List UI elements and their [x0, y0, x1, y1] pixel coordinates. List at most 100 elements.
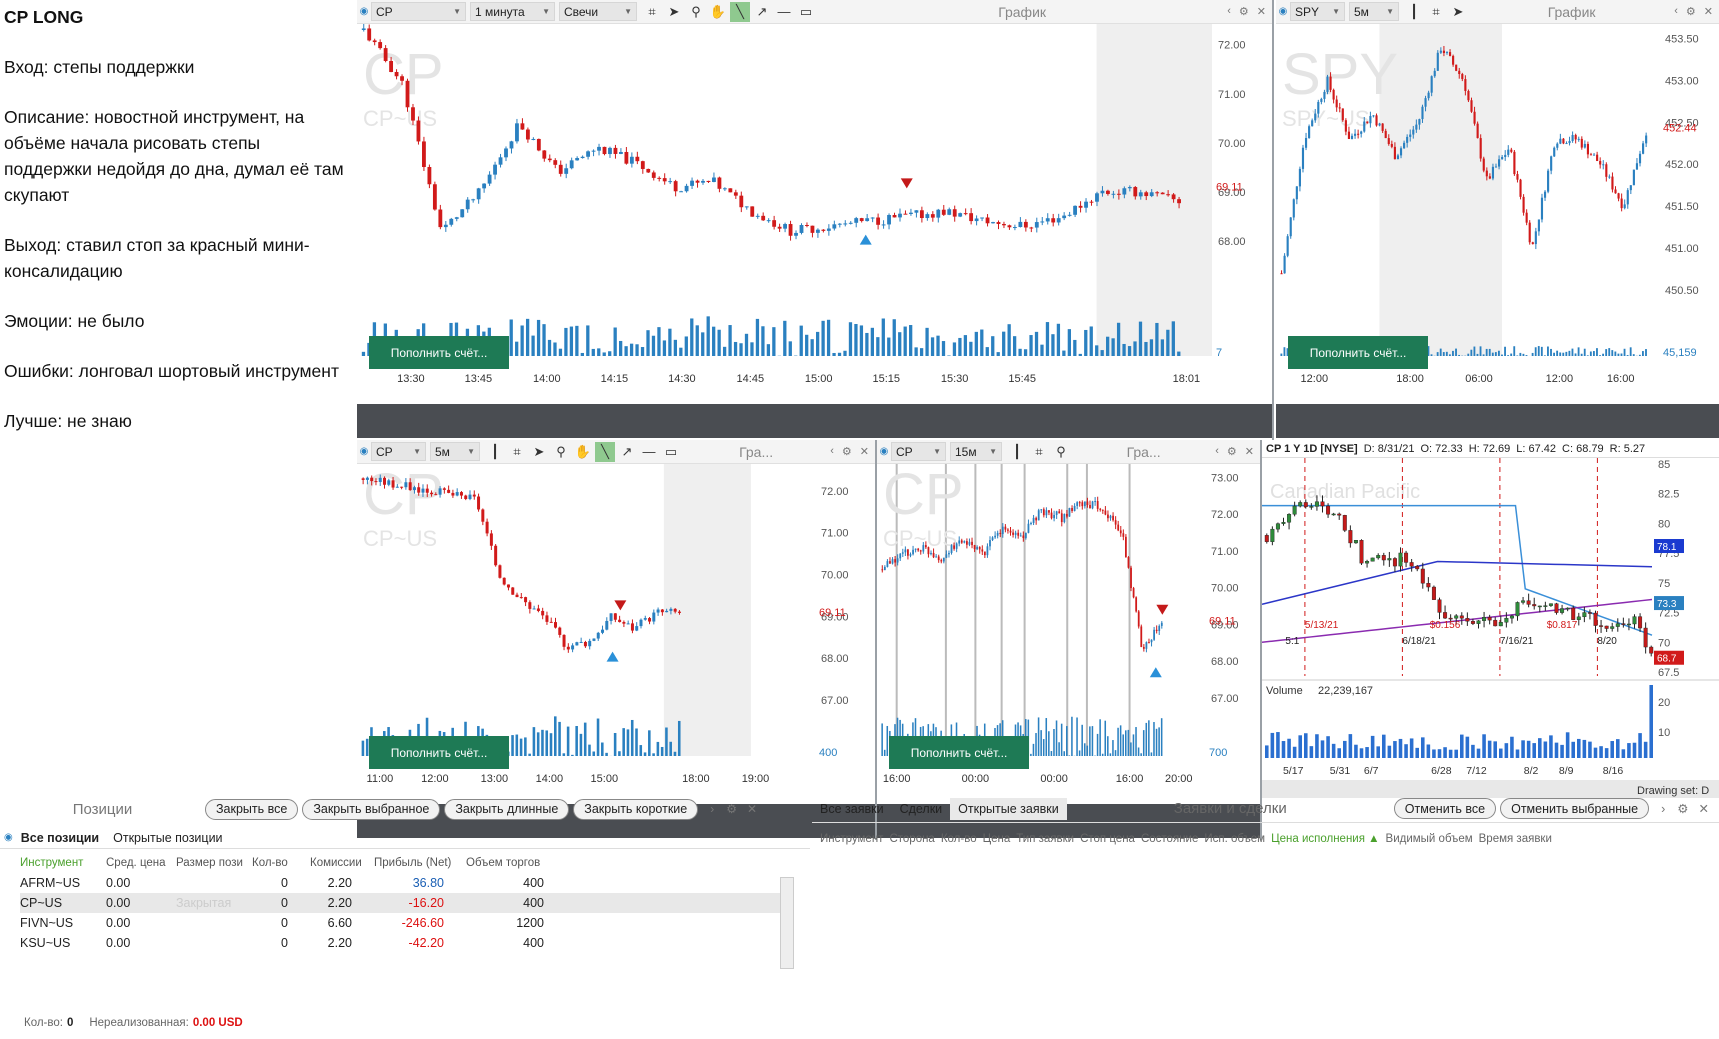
hline-tool-icon[interactable]: — — [639, 442, 659, 462]
daily-chart[interactable]: Canadian Pacific8582.58077.57572.57067.5… — [1262, 458, 1719, 840]
orders-column[interactable]: Кол-во — [941, 833, 977, 845]
orders-column[interactable]: Тип заявки — [1016, 833, 1074, 845]
hand-icon[interactable]: ✋ — [708, 2, 728, 22]
orders-column[interactable]: Цена исполнения ▲ — [1271, 833, 1379, 845]
collapse-icon[interactable]: ‹ — [1227, 5, 1231, 18]
zoom-icon[interactable]: ⚲ — [1051, 442, 1071, 462]
close-icon[interactable]: ✕ — [1257, 5, 1266, 18]
candles-icon[interactable]: ┃ — [485, 442, 505, 462]
candles-icon[interactable]: ┃ — [1007, 442, 1027, 462]
scrollbar[interactable] — [780, 877, 794, 969]
gear-icon[interactable]: ⚙ — [1227, 445, 1237, 458]
fill-account-button[interactable]: Пополнить счёт... — [369, 336, 509, 369]
table-row[interactable]: FIVN~US 0.00 0 6.60 -246.60 1200 — [20, 913, 790, 933]
col-avg-price[interactable]: Сред. цена — [106, 857, 176, 869]
symbol-select[interactable]: CP ▼ — [371, 442, 426, 461]
fill-account-button[interactable]: Пополнить счёт... — [1288, 336, 1428, 369]
gear-icon[interactable]: ⚙ — [1239, 5, 1249, 18]
col-qty[interactable]: Кол-во — [252, 857, 310, 869]
orders-column[interactable]: Исп. объем — [1204, 833, 1265, 845]
link-dot-icon[interactable]: ◉ — [357, 6, 371, 17]
chart-type-select[interactable]: Свечи ▼ — [559, 2, 637, 21]
candles-icon[interactable]: ┃ — [1404, 2, 1424, 22]
col-volume[interactable]: Объем торгов — [466, 857, 566, 869]
rect-tool-icon[interactable]: ▭ — [796, 2, 816, 22]
tab-open-orders[interactable]: Открытые заявки — [950, 797, 1067, 820]
fill-account-button[interactable]: Пополнить счёт... — [889, 736, 1029, 769]
link-dot-icon[interactable]: ◉ — [877, 446, 891, 457]
close-icon[interactable]: ✕ — [1245, 445, 1254, 458]
symbol-select[interactable]: CP ▼ — [891, 442, 946, 461]
cursor-icon[interactable]: ➤ — [664, 2, 684, 22]
collapse-icon[interactable]: › — [710, 802, 714, 816]
hand-icon[interactable]: ✋ — [573, 442, 593, 462]
close-short-button[interactable]: Закрыть короткие — [573, 798, 699, 820]
collapse-icon[interactable]: ‹ — [830, 445, 834, 458]
interval-select[interactable]: 5м ▼ — [1349, 2, 1399, 21]
interval-select[interactable]: 1 минута ▼ — [470, 2, 555, 21]
gear-icon[interactable]: ⚙ — [1686, 5, 1696, 18]
symbol-select[interactable]: CP ▼ — [371, 2, 466, 21]
orders-column[interactable]: Сторона — [889, 833, 934, 845]
table-row[interactable]: KSU~US 0.00 0 2.20 -42.20 400 — [20, 933, 790, 953]
hline-tool-icon[interactable]: — — [774, 2, 794, 22]
close-icon[interactable]: ✕ — [1699, 801, 1709, 816]
orders-column[interactable]: Цена — [983, 833, 1011, 845]
symbol-select[interactable]: SPY ▼ — [1290, 2, 1345, 21]
gear-icon[interactable]: ⚙ — [842, 445, 852, 458]
cursor-icon[interactable]: ➤ — [529, 442, 549, 462]
cancel-selected-button[interactable]: Отменить выбранные — [1500, 798, 1650, 819]
orders-column[interactable]: Состояние — [1141, 833, 1198, 845]
line-tool-icon[interactable]: ╲ — [595, 441, 615, 462]
zoom-icon[interactable]: ⚲ — [686, 2, 706, 22]
tab-open-positions[interactable]: Открытые позиции — [113, 831, 222, 845]
line-tool-icon[interactable]: ╲ — [730, 1, 750, 22]
tab-all-orders[interactable]: Все заявки — [812, 802, 892, 816]
col-instrument[interactable]: Инструмент — [20, 857, 106, 869]
rect-tool-icon[interactable]: ▭ — [661, 442, 681, 462]
indicators-icon[interactable]: ⌗ — [507, 442, 527, 462]
col-pnl[interactable]: Прибыль (Net) — [374, 857, 466, 869]
table-cell: 2.20 — [327, 896, 352, 910]
indicators-icon[interactable]: ⌗ — [1029, 442, 1049, 462]
gear-icon[interactable]: ⚙ — [1677, 801, 1688, 816]
close-selected-button[interactable]: Закрыть выбранное — [302, 798, 441, 820]
interval-select[interactable]: 5м ▼ — [430, 442, 480, 461]
time-scroller[interactable] — [1276, 404, 1719, 438]
col-commission[interactable]: Комиссии — [310, 857, 374, 869]
arrow-tool-icon[interactable]: ↗ — [617, 442, 637, 462]
radio-icon[interactable]: ◉ — [4, 832, 13, 843]
fill-account-button[interactable]: Пополнить счёт... — [369, 736, 509, 769]
tab-all-positions[interactable]: Все позиции — [21, 831, 99, 845]
collapse-icon[interactable]: ‹ — [1215, 445, 1219, 458]
table-row[interactable]: CP~US 0.00 Закрытая 0 2.20 -16.20 400 — [20, 893, 790, 913]
gear-icon[interactable]: ⚙ — [726, 802, 737, 816]
volume-bar — [1479, 346, 1482, 356]
link-dot-icon[interactable]: ◉ — [357, 446, 371, 457]
interval-select[interactable]: 15м ▼ — [950, 442, 1002, 461]
orders-column[interactable]: Видимый объем — [1386, 833, 1473, 845]
link-dot-icon[interactable]: ◉ — [1276, 6, 1290, 17]
orders-column[interactable]: Инструмент — [820, 833, 883, 845]
candle — [958, 213, 963, 217]
tab-trades[interactable]: Сделки — [892, 802, 951, 816]
table-row[interactable]: AFRM~US 0.00 0 2.20 36.80 400 — [20, 873, 790, 893]
indicators-icon[interactable]: ⌗ — [642, 2, 662, 22]
close-icon[interactable]: ✕ — [1704, 5, 1713, 18]
collapse-icon[interactable]: ‹ — [1674, 5, 1678, 18]
arrow-tool-icon[interactable]: ↗ — [752, 2, 772, 22]
col-size[interactable]: Размер пози — [176, 857, 252, 869]
indicators-icon[interactable]: ⌗ — [1426, 2, 1446, 22]
close-icon[interactable]: ✕ — [860, 445, 869, 458]
volume-bar — [1592, 351, 1595, 356]
close-icon[interactable]: ✕ — [747, 802, 757, 816]
cancel-all-button[interactable]: Отменить все — [1393, 798, 1497, 819]
collapse-icon[interactable]: › — [1661, 802, 1665, 816]
orders-column[interactable]: Стоп цена — [1080, 833, 1135, 845]
cursor-icon[interactable]: ➤ — [1448, 2, 1468, 22]
time-scroller[interactable] — [357, 404, 1272, 438]
close-all-button[interactable]: Закрыть все — [205, 798, 299, 820]
close-long-button[interactable]: Закрыть длинные — [444, 798, 570, 820]
zoom-icon[interactable]: ⚲ — [551, 442, 571, 462]
orders-column[interactable]: Время заявки — [1479, 833, 1552, 845]
